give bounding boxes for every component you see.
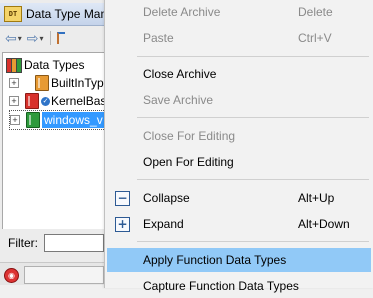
filter-label: Filter: — [8, 236, 38, 250]
tree-node-label: Data Types — [24, 58, 85, 72]
tree-node-label: BuiltInTypes — [51, 76, 104, 90]
menu-item-expand[interactable]: + Expand Alt+Down — [105, 212, 373, 236]
toolbar-action-icon[interactable] — [56, 32, 65, 44]
collapse-icon: − — [115, 190, 130, 206]
filter-input[interactable] — [44, 234, 104, 252]
data-types-icon — [6, 58, 22, 73]
tree-node-windows[interactable]: + windows_v — [9, 110, 104, 130]
tree-node-builtintypes[interactable]: + BuiltInTypes — [9, 74, 104, 92]
menu-separator — [137, 117, 369, 118]
tree-node-data-types[interactable]: Data Types — [6, 56, 84, 74]
forward-arrow-icon[interactable]: ⇨ — [27, 30, 39, 47]
book-red-icon — [25, 93, 39, 109]
menu-item-label: Expand — [143, 217, 184, 231]
tree-node-kernelbase[interactable]: + ✓ KernelBase — [9, 92, 104, 110]
menu-item-save-archive[interactable]: Save Archive — [105, 88, 373, 112]
data-type-manager-panel: DT Data Type Man ⇦ ▾ ⇨ ▾ Data Types + Bu… — [0, 0, 104, 285]
status-icon[interactable]: ◉ — [4, 268, 19, 283]
menu-separator — [137, 56, 369, 57]
back-dropdown-icon[interactable]: ▾ — [18, 34, 22, 43]
menu-item-apply-function-data-types[interactable]: Apply Function Data Types — [107, 248, 371, 272]
menu-item-shortcut: Alt+Down — [298, 217, 350, 231]
expand-icon: + — [115, 216, 130, 232]
menu-item-open-for-editing[interactable]: Open For Editing — [105, 150, 373, 174]
status-bar: ◉ — [0, 262, 104, 285]
book-green-icon — [26, 112, 40, 128]
menu-item-shortcut: Alt+Up — [298, 191, 335, 205]
menu-item-close-archive[interactable]: Close Archive — [105, 62, 373, 86]
forward-dropdown-icon[interactable]: ▾ — [39, 34, 43, 43]
back-arrow-icon[interactable]: ⇦ — [5, 30, 17, 47]
expand-toggle-icon[interactable]: + — [9, 78, 19, 88]
toolbar-separator — [49, 31, 51, 45]
menu-item-label: Delete Archive — [143, 5, 221, 19]
menu-item-label: Collapse — [143, 191, 190, 205]
menu-item-label: Capture Function Data Types — [143, 279, 299, 293]
tree-node-label: KernelBase — [51, 94, 104, 108]
menu-item-label: Apply Function Data Types — [143, 253, 287, 267]
panel-toolbar: ⇦ ▾ ⇨ ▾ — [0, 27, 104, 49]
menu-separator — [137, 179, 369, 180]
menu-item-label: Close For Editing — [143, 129, 236, 143]
expand-toggle-icon[interactable]: + — [9, 96, 19, 106]
panel-title-bar[interactable]: DT Data Type Man — [0, 3, 104, 26]
status-field — [24, 266, 104, 284]
menu-item-shortcut: Ctrl+V — [298, 31, 332, 45]
menu-item-label: Save Archive — [143, 93, 214, 107]
menu-item-collapse[interactable]: − Collapse Alt+Up — [105, 186, 373, 210]
filter-bar: Filter: — [0, 231, 104, 255]
menu-item-shortcut: Delete — [298, 5, 333, 19]
checked-out-badge-icon: ✓ — [41, 96, 50, 106]
book-orange-icon — [35, 75, 49, 91]
panel-title: Data Type Man — [26, 7, 104, 21]
menu-separator — [137, 241, 369, 242]
tree-node-label: windows_v — [42, 112, 104, 128]
menu-item-label: Open For Editing — [143, 155, 234, 169]
expand-toggle-icon[interactable]: + — [10, 115, 20, 125]
menu-item-close-for-editing[interactable]: Close For Editing — [105, 124, 373, 148]
data-type-tree[interactable]: Data Types + BuiltInTypes + ✓ KernelBase… — [2, 52, 104, 229]
menu-item-label: Close Archive — [143, 67, 217, 81]
menu-item-paste[interactable]: Paste Ctrl+V — [105, 26, 373, 50]
menu-item-delete-archive[interactable]: Delete Archive Delete — [105, 0, 373, 24]
menu-item-capture-function-data-types[interactable]: Capture Function Data Types — [105, 274, 373, 298]
context-menu: Delete Archive Delete Paste Ctrl+V Close… — [104, 0, 373, 293]
data-type-manager-icon: DT — [4, 6, 22, 22]
menu-item-label: Paste — [143, 31, 174, 45]
